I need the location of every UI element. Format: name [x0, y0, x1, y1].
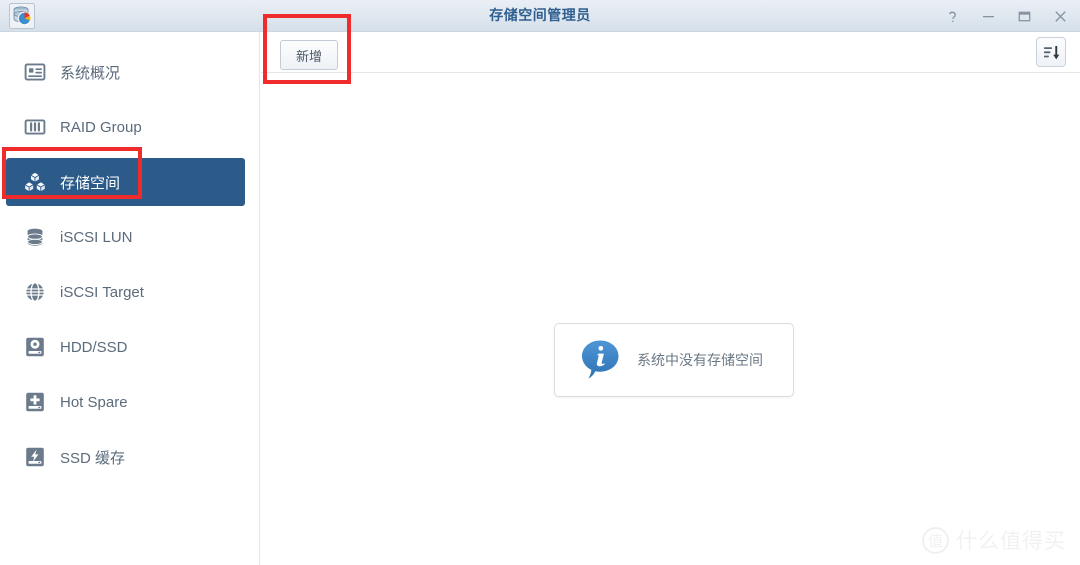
overview-card-icon: [22, 59, 48, 85]
sidebar-item-raid-group[interactable]: RAID Group: [6, 103, 245, 151]
sidebar-item-label: HDD/SSD: [60, 338, 128, 356]
sort-descending-icon: [1043, 45, 1059, 59]
sidebar-item-hdd-ssd[interactable]: HDD/SSD: [6, 323, 245, 371]
sidebar-item-label: iSCSI LUN: [60, 228, 133, 246]
close-button[interactable]: [1050, 6, 1070, 26]
sidebar-item-storage-space[interactable]: 存储空间: [6, 158, 245, 206]
watermark: 值 什么值得买: [922, 525, 1066, 555]
info-bubble-icon: [582, 340, 619, 379]
empty-state-box: 系统中没有存储空间: [554, 323, 794, 397]
globe-icon: [22, 279, 48, 305]
storage-manager-window: 存储空间管理员 系统概况 RAID Group 存储空间 iSCSI LUN i…: [0, 0, 1080, 565]
lightning-disk-icon: [22, 444, 48, 470]
sidebar-item-label: Hot Spare: [60, 393, 128, 411]
sidebar-item-ssd-cache[interactable]: SSD 缓存: [6, 433, 245, 481]
content-toolbar: 新增: [261, 32, 1080, 73]
sidebar-item-label: RAID Group: [60, 118, 142, 136]
sidebar-item-label: iSCSI Target: [60, 283, 144, 301]
sidebar-item-label: 存储空间: [60, 174, 121, 192]
sidebar-item-label: SSD 缓存: [60, 449, 126, 467]
sidebar-item-iscsi-target[interactable]: iSCSI Target: [6, 268, 245, 316]
add-button[interactable]: 新增: [280, 40, 338, 70]
page-title: 存储空间管理员: [489, 7, 591, 23]
watermark-logo-icon: 值: [922, 526, 949, 554]
storage-blocks-icon: [22, 169, 48, 195]
disk-stack-icon: [22, 224, 48, 250]
sort-button[interactable]: [1036, 37, 1066, 67]
title-bar: 存储空间管理员: [0, 0, 1080, 32]
watermark-text: 什么值得买: [956, 530, 1066, 553]
hard-disk-icon: [22, 334, 48, 360]
maximize-button[interactable]: [1014, 6, 1034, 26]
sidebar-item-overview[interactable]: 系统概况: [6, 48, 245, 96]
plus-disk-icon: [22, 389, 48, 415]
sidebar-item-iscsi-lun[interactable]: iSCSI LUN: [6, 213, 245, 261]
raid-bars-icon: [22, 114, 48, 140]
minimize-button[interactable]: [978, 6, 998, 26]
sidebar: 系统概况 RAID Group 存储空间 iSCSI LUN iSCSI Tar…: [0, 32, 260, 565]
empty-state-message: 系统中没有存储空间: [637, 352, 763, 368]
sidebar-item-label: 系统概况: [60, 64, 121, 82]
sidebar-item-hot-spare[interactable]: Hot Spare: [6, 378, 245, 426]
window-controls: [942, 0, 1070, 32]
help-button[interactable]: [942, 6, 962, 26]
main-content: 新增 系统中没有存储空间 值 什么值得买: [261, 32, 1080, 565]
